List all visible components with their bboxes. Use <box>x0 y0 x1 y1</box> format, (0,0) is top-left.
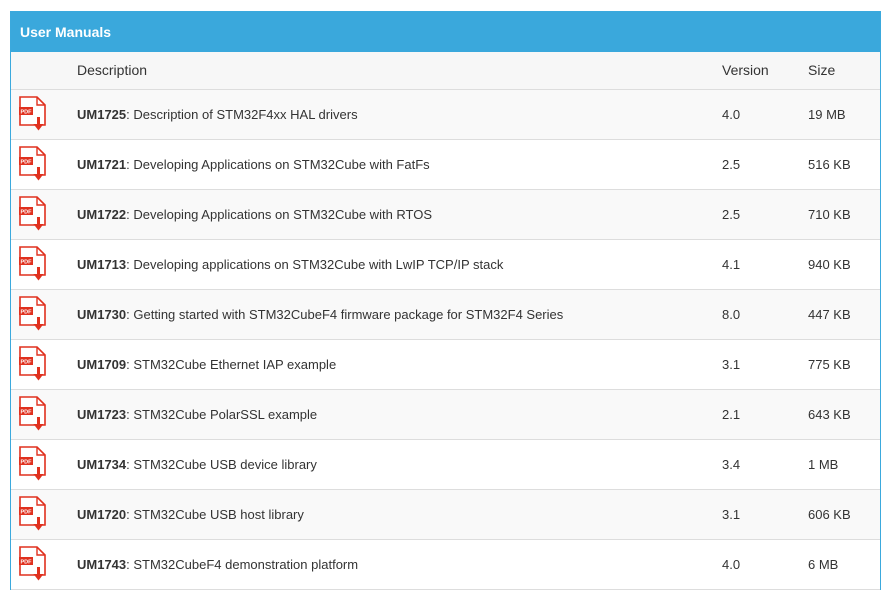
icon-cell: PDF <box>11 439 77 490</box>
table-row: PDF UM1725: Description of STM32F4xx HAL… <box>11 89 880 140</box>
icon-cell: PDF <box>11 389 77 440</box>
svg-text:PDF: PDF <box>21 209 33 215</box>
version-cell: 4.0 <box>722 89 808 140</box>
size-cell: 447 KB <box>808 289 880 340</box>
description-cell: UM1723: STM32Cube PolarSSL example <box>77 389 722 440</box>
table-row: PDF UM1709: STM32Cube Ethernet IAP examp… <box>11 339 880 390</box>
manual-description[interactable]: : Developing Applications on STM32Cube w… <box>126 207 432 222</box>
icon-cell: PDF <box>11 89 77 140</box>
pdf-download-icon[interactable]: PDF <box>18 96 48 132</box>
pdf-download-icon[interactable]: PDF <box>18 196 48 232</box>
manual-code[interactable]: UM1709 <box>77 357 126 372</box>
size-cell: 6 MB <box>808 539 880 590</box>
manual-description[interactable]: : STM32CubeF4 demonstration platform <box>126 557 358 572</box>
manual-description[interactable]: : STM32Cube USB host library <box>126 507 304 522</box>
pdf-download-icon[interactable]: PDF <box>18 446 48 482</box>
pdf-download-icon[interactable]: PDF <box>18 246 48 282</box>
version-cell: 4.0 <box>722 539 808 590</box>
svg-text:PDF: PDF <box>21 409 33 415</box>
manual-code[interactable]: UM1725 <box>77 107 126 122</box>
version-cell: 8.0 <box>722 289 808 340</box>
table-row: PDF UM1743: STM32CubeF4 demonstration pl… <box>11 539 880 590</box>
manual-code[interactable]: UM1720 <box>77 507 126 522</box>
size-cell: 643 KB <box>808 389 880 440</box>
table-row: PDF UM1713: Developing applications on S… <box>11 239 880 290</box>
manual-code[interactable]: UM1722 <box>77 207 126 222</box>
manual-code[interactable]: UM1743 <box>77 557 126 572</box>
description-cell: UM1722: Developing Applications on STM32… <box>77 189 722 240</box>
manual-description[interactable]: : Description of STM32F4xx HAL drivers <box>126 107 357 122</box>
manual-description[interactable]: : STM32Cube USB device library <box>126 457 317 472</box>
icon-cell: PDF <box>11 489 77 540</box>
manual-code[interactable]: UM1734 <box>77 457 126 472</box>
header-description[interactable]: Description <box>77 52 722 90</box>
description-cell: UM1713: Developing applications on STM32… <box>77 239 722 290</box>
pdf-download-icon[interactable]: PDF <box>18 496 48 532</box>
svg-text:PDF: PDF <box>21 159 33 165</box>
pdf-download-icon[interactable]: PDF <box>18 546 48 582</box>
icon-cell: PDF <box>11 189 77 240</box>
table-row: PDF UM1730: Getting started with STM32Cu… <box>11 289 880 340</box>
icon-cell: PDF <box>11 289 77 340</box>
version-cell: 3.4 <box>722 439 808 490</box>
manual-description[interactable]: : Getting started with STM32CubeF4 firmw… <box>126 307 563 322</box>
user-manuals-panel: User Manuals Description Version Size PD… <box>10 11 881 590</box>
header-size[interactable]: Size <box>808 52 880 90</box>
description-cell: UM1725: Description of STM32F4xx HAL dri… <box>77 89 722 140</box>
version-cell: 2.5 <box>722 189 808 240</box>
table-row: PDF UM1722: Developing Applications on S… <box>11 189 880 240</box>
description-cell: UM1709: STM32Cube Ethernet IAP example <box>77 339 722 390</box>
table-row: PDF UM1721: Developing Applications on S… <box>11 139 880 190</box>
svg-text:PDF: PDF <box>21 309 33 315</box>
manuals-table: Description Version Size PDF UM1725: Des… <box>11 52 880 590</box>
size-cell: 19 MB <box>808 89 880 140</box>
pdf-download-icon[interactable]: PDF <box>18 396 48 432</box>
manual-code[interactable]: UM1730 <box>77 307 126 322</box>
size-cell: 516 KB <box>808 139 880 190</box>
manual-description[interactable]: : Developing applications on STM32Cube w… <box>126 257 503 272</box>
description-cell: UM1734: STM32Cube USB device library <box>77 439 722 490</box>
icon-cell: PDF <box>11 539 77 590</box>
manual-code[interactable]: UM1713 <box>77 257 126 272</box>
manual-code[interactable]: UM1723 <box>77 407 126 422</box>
size-cell: 940 KB <box>808 239 880 290</box>
version-cell: 4.1 <box>722 239 808 290</box>
table-row: PDF UM1720: STM32Cube USB host library 3… <box>11 489 880 540</box>
table-row: PDF UM1723: STM32Cube PolarSSL example 2… <box>11 389 880 440</box>
svg-text:PDF: PDF <box>21 359 33 365</box>
size-cell: 710 KB <box>808 189 880 240</box>
description-cell: UM1730: Getting started with STM32CubeF4… <box>77 289 722 340</box>
version-cell: 3.1 <box>722 489 808 540</box>
svg-text:PDF: PDF <box>21 459 33 465</box>
panel-title: User Manuals <box>11 12 880 52</box>
svg-text:PDF: PDF <box>21 109 33 115</box>
description-cell: UM1720: STM32Cube USB host library <box>77 489 722 540</box>
svg-text:PDF: PDF <box>21 509 33 515</box>
header-icon-column <box>11 52 77 90</box>
icon-cell: PDF <box>11 339 77 390</box>
svg-text:PDF: PDF <box>21 259 33 265</box>
pdf-download-icon[interactable]: PDF <box>18 346 48 382</box>
pdf-download-icon[interactable]: PDF <box>18 146 48 182</box>
icon-cell: PDF <box>11 139 77 190</box>
icon-cell: PDF <box>11 239 77 290</box>
size-cell: 775 KB <box>808 339 880 390</box>
table-row: PDF UM1734: STM32Cube USB device library… <box>11 439 880 490</box>
header-version[interactable]: Version <box>722 52 808 90</box>
size-cell: 1 MB <box>808 439 880 490</box>
description-cell: UM1721: Developing Applications on STM32… <box>77 139 722 190</box>
table-header-row: Description Version Size <box>11 52 880 90</box>
manual-description[interactable]: : STM32Cube Ethernet IAP example <box>126 357 336 372</box>
manual-description[interactable]: : Developing Applications on STM32Cube w… <box>126 157 430 172</box>
description-cell: UM1743: STM32CubeF4 demonstration platfo… <box>77 539 722 590</box>
version-cell: 2.5 <box>722 139 808 190</box>
version-cell: 3.1 <box>722 339 808 390</box>
svg-text:PDF: PDF <box>21 559 33 565</box>
manual-description[interactable]: : STM32Cube PolarSSL example <box>126 407 317 422</box>
size-cell: 606 KB <box>808 489 880 540</box>
version-cell: 2.1 <box>722 389 808 440</box>
pdf-download-icon[interactable]: PDF <box>18 296 48 332</box>
manual-code[interactable]: UM1721 <box>77 157 126 172</box>
